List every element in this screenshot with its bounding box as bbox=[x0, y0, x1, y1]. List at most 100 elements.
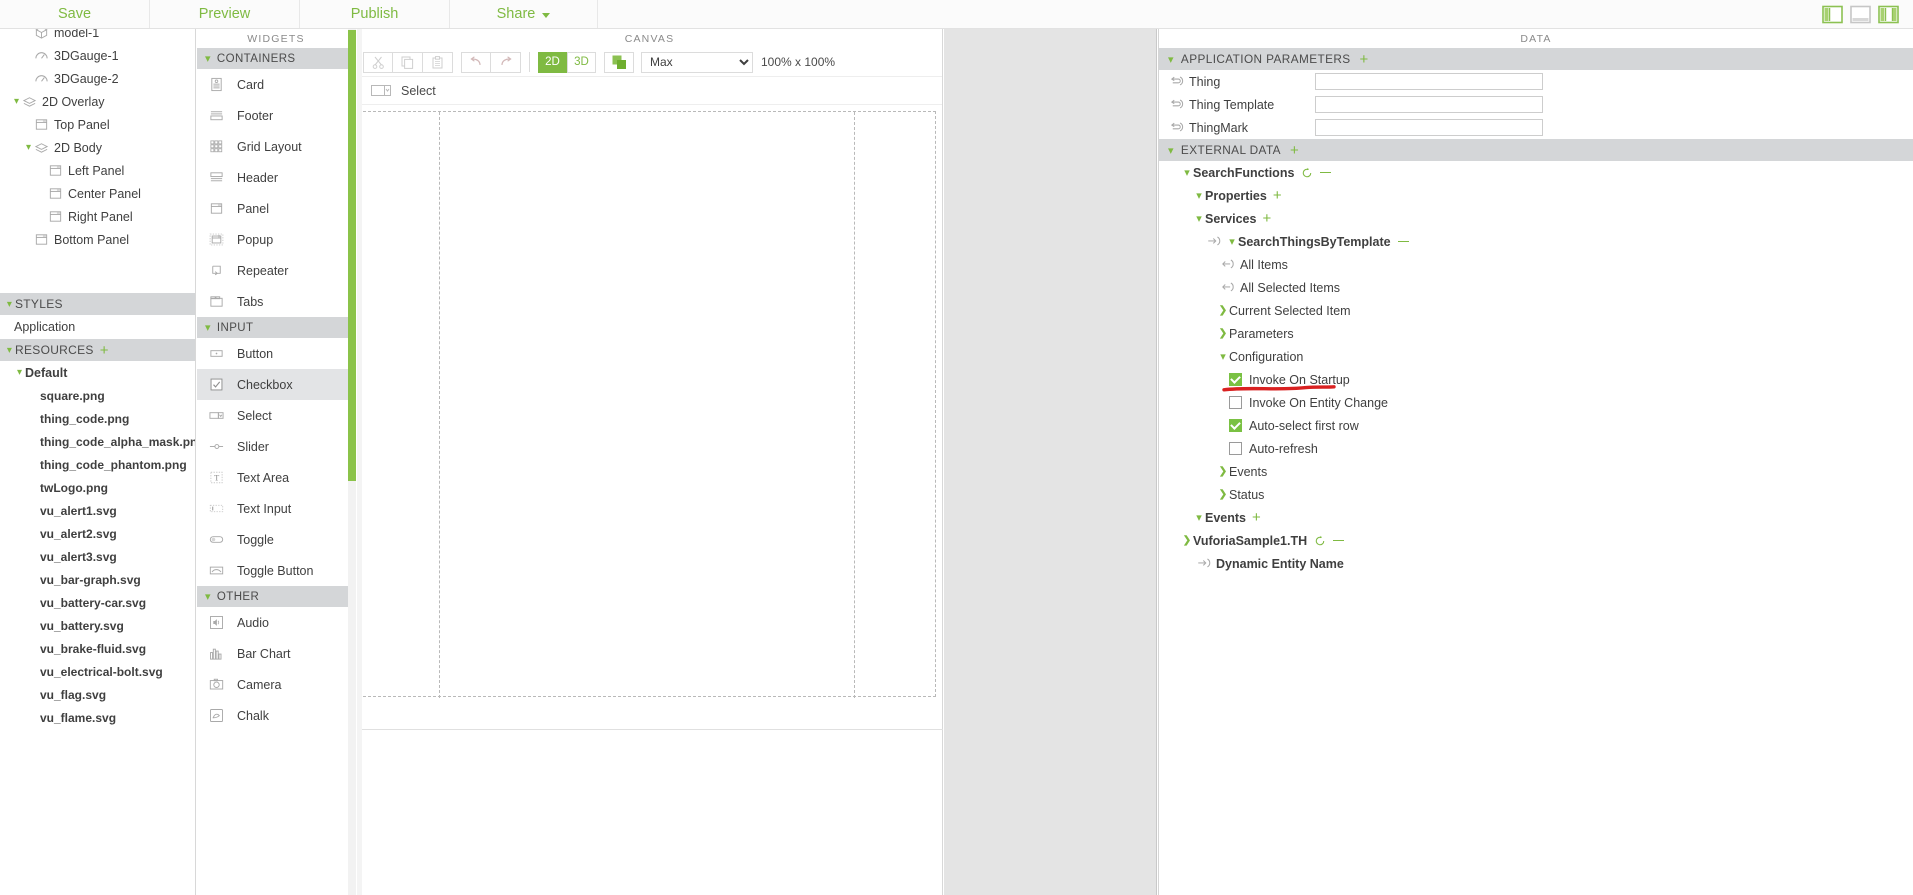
widget-item-chalk[interactable]: Chalk bbox=[197, 700, 355, 731]
data-tree-item-all-items[interactable]: All Items bbox=[1159, 253, 1913, 276]
refresh-icon[interactable] bbox=[1314, 535, 1326, 547]
resource-item[interactable]: vu_battery.svg bbox=[0, 614, 195, 637]
widget-item-popup[interactable]: x Popup bbox=[197, 224, 355, 255]
resource-item[interactable]: square.png bbox=[0, 384, 195, 407]
checkbox-auto-refresh[interactable] bbox=[1229, 442, 1242, 455]
tree-item-right-panel[interactable]: Right Panel bbox=[0, 205, 195, 228]
application-parameters-section-header[interactable]: ▾ APPLICATION PARAMETERS + bbox=[1159, 48, 1913, 70]
widget-item-panel[interactable]: Panel bbox=[197, 193, 355, 224]
application-parameter-input[interactable] bbox=[1315, 73, 1543, 90]
styles-item-application[interactable]: Application bbox=[0, 315, 195, 338]
refresh-icon[interactable] bbox=[1301, 167, 1313, 179]
redo-button[interactable] bbox=[491, 51, 521, 73]
canvas-size-select[interactable]: Max bbox=[641, 51, 753, 73]
data-tree-item-invoke-on-startup[interactable]: Invoke On Startup bbox=[1159, 368, 1913, 391]
add-item-button[interactable]: + bbox=[1262, 211, 1271, 226]
widget-item-slider[interactable]: Slider bbox=[197, 431, 355, 462]
canvas-mode-2d-button[interactable]: 2D bbox=[538, 51, 567, 73]
chevron-down-icon[interactable]: ▾ bbox=[1193, 189, 1205, 202]
chevron-right-icon[interactable]: ❯ bbox=[1217, 466, 1229, 477]
remove-entity-button[interactable] bbox=[1333, 539, 1345, 542]
chevron-right-icon[interactable]: ❯ bbox=[1181, 535, 1193, 546]
right-panel-layout-icon[interactable] bbox=[1878, 5, 1899, 24]
chevron-down-icon[interactable]: ▾ bbox=[23, 142, 34, 153]
add-application-parameter-button[interactable]: + bbox=[1360, 52, 1369, 67]
data-tree-item-current-selected-item[interactable]: ❯ Current Selected Item bbox=[1159, 299, 1913, 322]
checkbox-invoke-on-entity-change[interactable] bbox=[1229, 396, 1242, 409]
tree-item-3dgauge-1[interactable]: 3DGauge-1 bbox=[0, 44, 195, 67]
undo-button[interactable] bbox=[461, 51, 491, 73]
widget-group-other[interactable]: ▾ OTHER bbox=[197, 586, 355, 607]
menu-publish[interactable]: Publish bbox=[300, 0, 450, 28]
chevron-right-icon[interactable]: ❯ bbox=[1217, 489, 1229, 500]
widget-item-header[interactable]: Header bbox=[197, 162, 355, 193]
chevron-down-icon[interactable]: ▾ bbox=[11, 96, 22, 107]
add-item-button[interactable]: + bbox=[1252, 510, 1261, 525]
resource-item[interactable]: thing_code.png bbox=[0, 407, 195, 430]
widget-item-card[interactable]: Card bbox=[197, 69, 355, 100]
chevron-down-icon[interactable]: ▾ bbox=[1193, 212, 1205, 225]
external-data-section-header[interactable]: ▾ EXTERNAL DATA + bbox=[1159, 139, 1913, 161]
data-tree-item-properties[interactable]: ▾ Properties + bbox=[1159, 184, 1913, 207]
data-tree-item-searchthingsbytemplate[interactable]: ▾ SearchThingsByTemplate bbox=[1159, 230, 1913, 253]
add-resource-button[interactable]: + bbox=[100, 343, 109, 358]
menu-preview[interactable]: Preview bbox=[150, 0, 300, 28]
data-tree-item-services[interactable]: ▾ Services + bbox=[1159, 207, 1913, 230]
widget-item-text-area[interactable]: T Text Area bbox=[197, 462, 355, 493]
resource-item[interactable]: thing_code_phantom.png bbox=[0, 453, 195, 476]
application-parameter-input[interactable] bbox=[1315, 119, 1543, 136]
resource-item[interactable]: twLogo.png bbox=[0, 476, 195, 499]
widget-item-toggle-button[interactable]: Toggle Button bbox=[197, 555, 355, 586]
chevron-down-icon[interactable]: ▾ bbox=[1193, 511, 1205, 524]
data-tree-item-vuforiasample1-th[interactable]: ❯ VuforiaSample1.TH bbox=[1159, 529, 1913, 552]
resource-item[interactable]: vu_alert2.svg bbox=[0, 522, 195, 545]
resource-item[interactable]: vu_alert1.svg bbox=[0, 499, 195, 522]
resource-item[interactable]: vu_brake-fluid.svg bbox=[0, 637, 195, 660]
data-tree-item-dynamic-entity-name[interactable]: Dynamic Entity Name bbox=[1159, 552, 1913, 575]
resource-item[interactable]: vu_flag.svg bbox=[0, 683, 195, 706]
data-tree-item-auto-select-first-row[interactable]: Auto-select first row bbox=[1159, 414, 1913, 437]
chevron-down-icon[interactable]: ▾ bbox=[1181, 166, 1193, 179]
copy-button[interactable] bbox=[393, 51, 423, 73]
widget-item-button[interactable]: Button bbox=[197, 338, 355, 369]
widget-item-grid-layout[interactable]: Grid Layout bbox=[197, 131, 355, 162]
center-panel-layout-icon[interactable] bbox=[1850, 5, 1871, 24]
tree-item-center-panel[interactable]: Center Panel bbox=[0, 182, 195, 205]
checkbox-auto-select-first-row[interactable] bbox=[1229, 419, 1242, 432]
canvas-mode-3d-button[interactable]: 3D bbox=[567, 51, 596, 73]
left-panel-layout-icon[interactable] bbox=[1822, 5, 1843, 24]
resources-folder-default[interactable]: ▾ Default bbox=[0, 361, 195, 384]
remove-entity-button[interactable] bbox=[1320, 171, 1332, 174]
widget-item-audio[interactable]: Audio bbox=[197, 607, 355, 638]
widget-item-footer[interactable]: Footer bbox=[197, 100, 355, 131]
chevron-right-icon[interactable]: ❯ bbox=[1217, 305, 1229, 316]
chevron-down-icon[interactable]: ▾ bbox=[14, 367, 25, 378]
tree-item-bottom-panel[interactable]: Bottom Panel bbox=[0, 228, 195, 251]
tree-item-top-panel[interactable]: Top Panel bbox=[0, 113, 195, 136]
widget-item-select[interactable]: Select bbox=[197, 400, 355, 431]
resource-item[interactable]: vu_electrical-bolt.svg bbox=[0, 660, 195, 683]
add-item-button[interactable]: + bbox=[1273, 188, 1282, 203]
widget-item-repeater[interactable]: Repeater bbox=[197, 255, 355, 286]
data-tree-item-configuration[interactable]: ▾ Configuration bbox=[1159, 345, 1913, 368]
resources-section-header[interactable]: ▾ RESOURCES + bbox=[0, 339, 195, 361]
widget-group-containers[interactable]: ▾ CONTAINERS bbox=[197, 48, 355, 69]
widget-item-bar-chart[interactable]: Bar Chart bbox=[197, 638, 355, 669]
styles-section-header[interactable]: ▾ STYLES bbox=[0, 293, 195, 315]
data-tree-item-events[interactable]: ▾ Events + bbox=[1159, 506, 1913, 529]
chevron-down-icon[interactable]: ▾ bbox=[1217, 350, 1229, 363]
cut-button[interactable] bbox=[363, 51, 393, 73]
tree-item-model-1[interactable]: model-1 bbox=[0, 29, 195, 44]
data-tree-item-events[interactable]: ❯ Events bbox=[1159, 460, 1913, 483]
widget-group-input[interactable]: ▾ INPUT bbox=[197, 317, 355, 338]
paste-button[interactable] bbox=[423, 51, 453, 73]
add-external-data-button[interactable]: + bbox=[1290, 143, 1299, 158]
application-parameter-input[interactable] bbox=[1315, 96, 1543, 113]
data-tree-item-all-selected-items[interactable]: All Selected Items bbox=[1159, 276, 1913, 299]
data-tree-item-status[interactable]: ❯ Status bbox=[1159, 483, 1913, 506]
layers-button[interactable] bbox=[604, 51, 634, 73]
menu-save[interactable]: Save bbox=[0, 0, 150, 28]
menu-share[interactable]: Share bbox=[450, 0, 598, 28]
widget-item-toggle[interactable]: Toggle bbox=[197, 524, 355, 555]
resource-item[interactable]: vu_bar-graph.svg bbox=[0, 568, 195, 591]
